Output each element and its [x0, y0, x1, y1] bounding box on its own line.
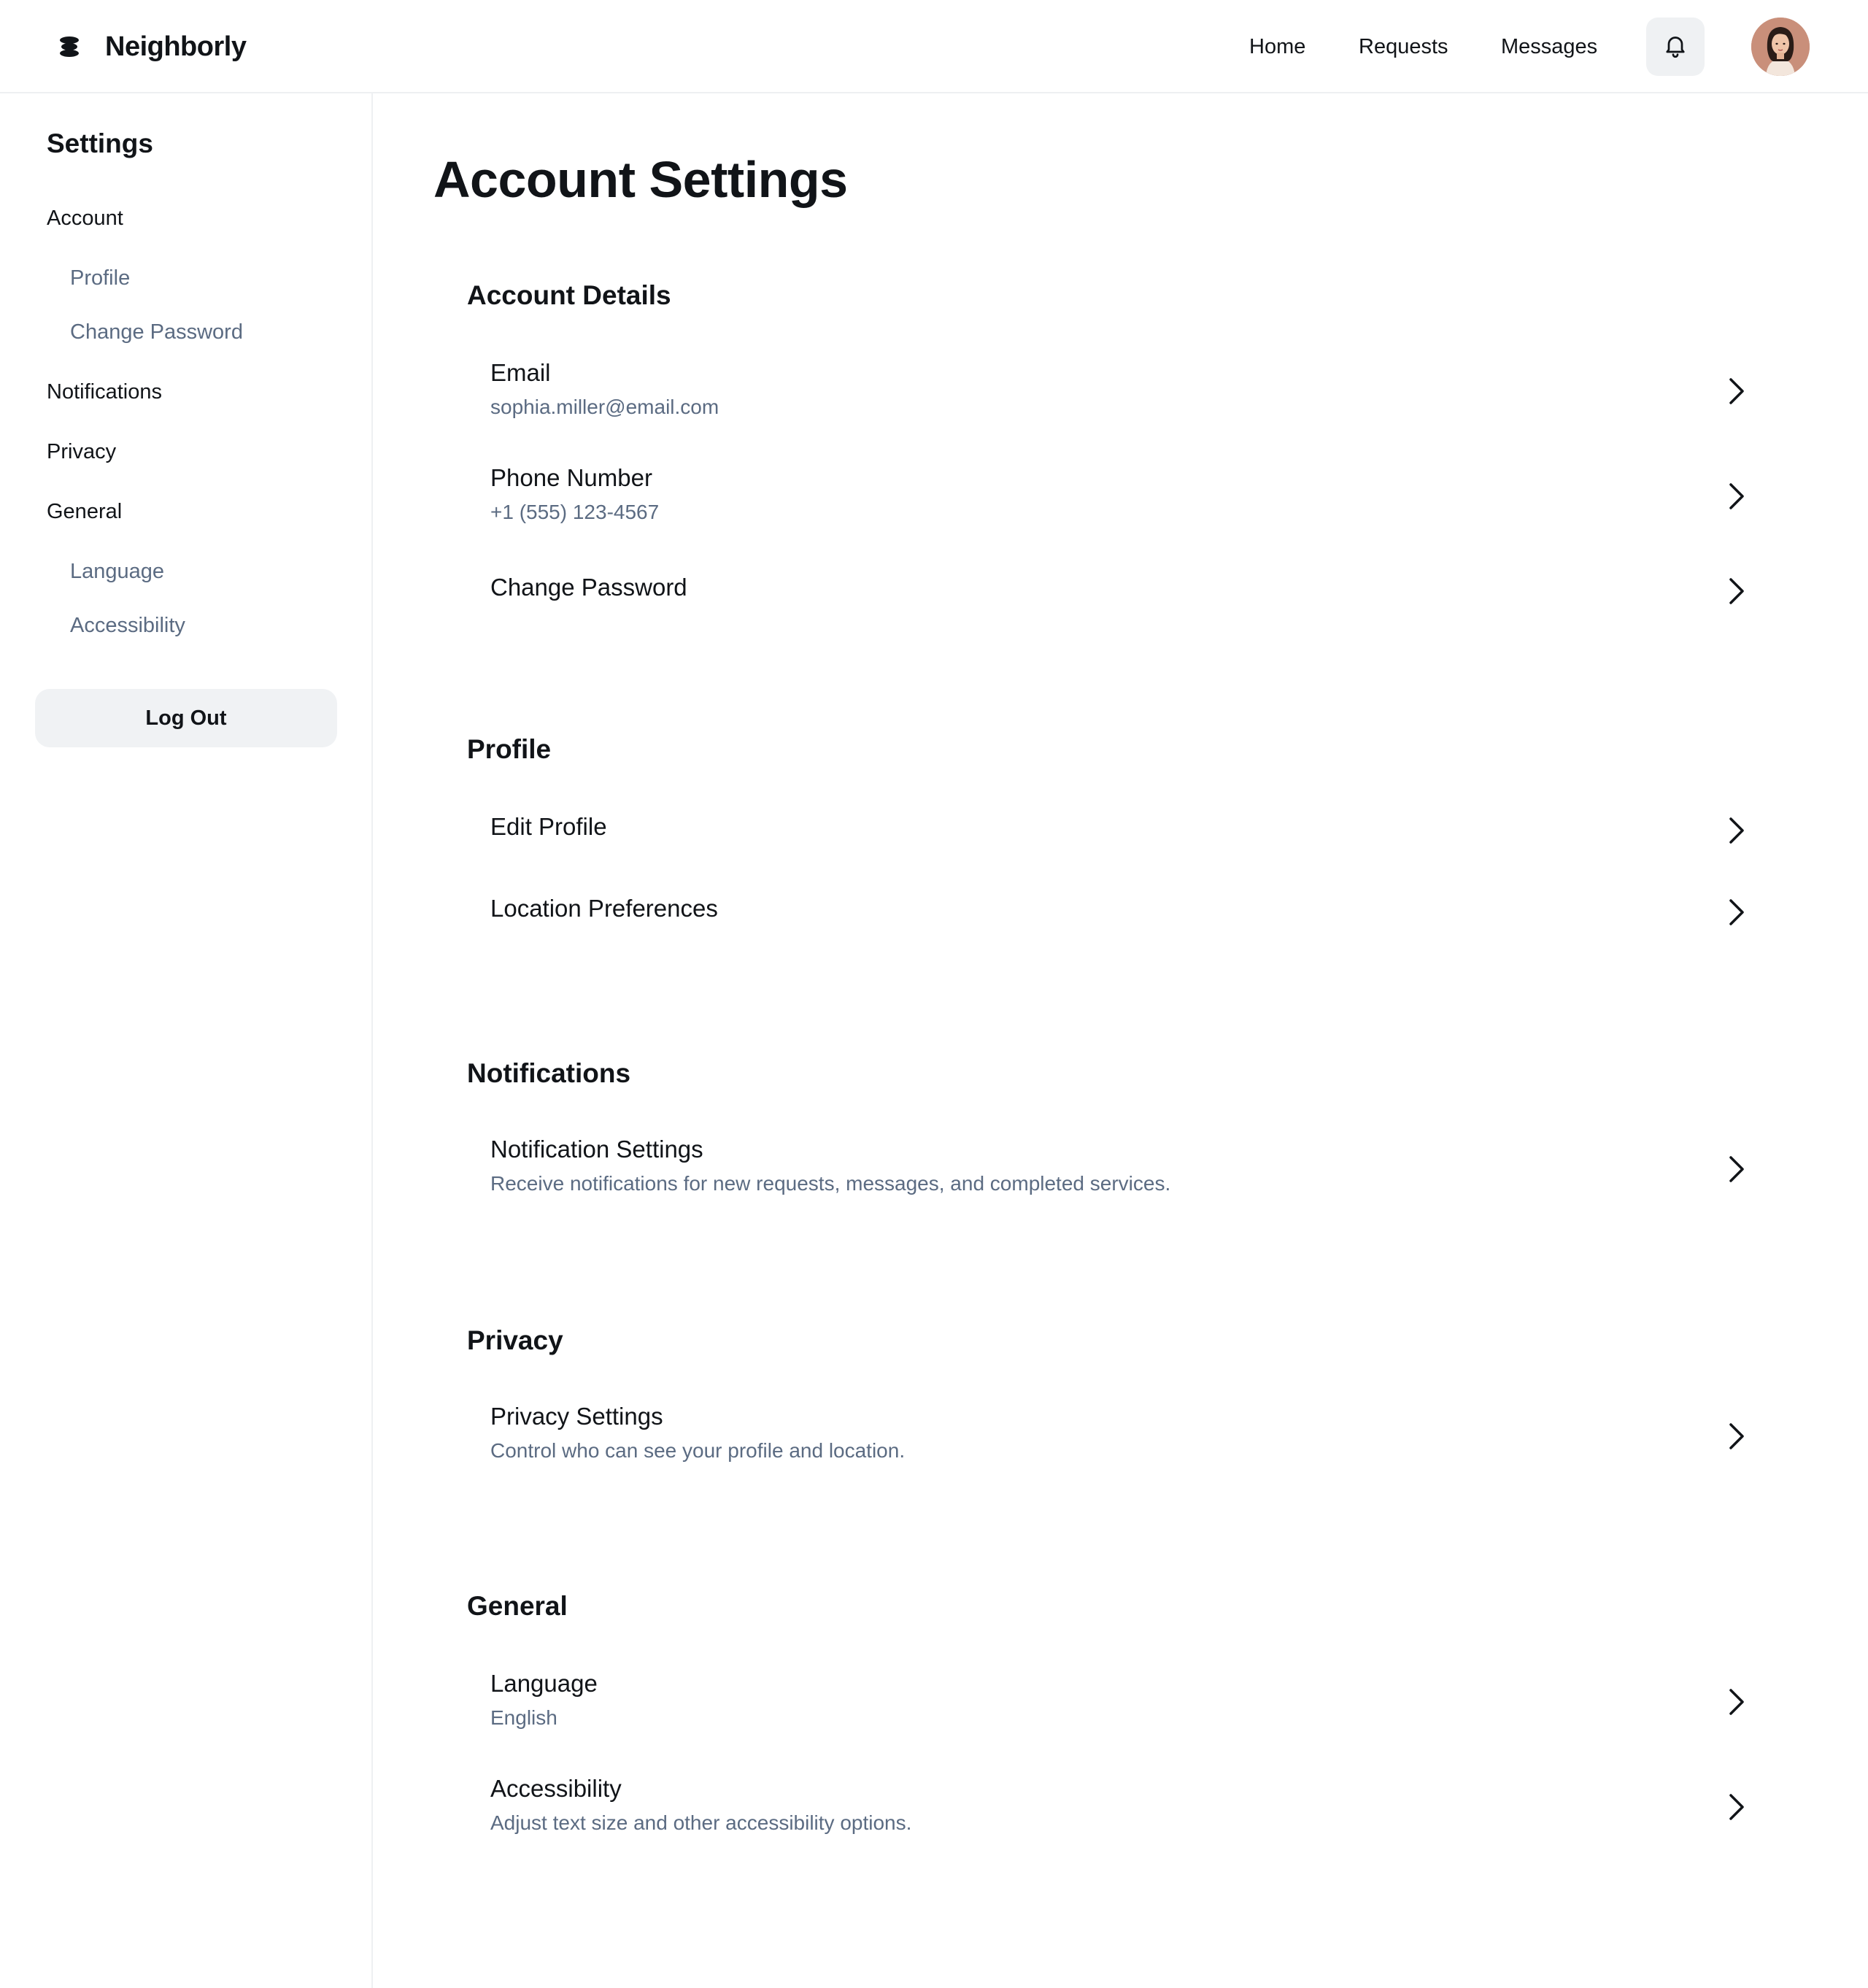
sidebar-item-change-password[interactable]: Change Password	[70, 320, 243, 344]
logout-button[interactable]: Log Out	[35, 689, 337, 747]
privacy-settings-description: Control who can see your profile and loc…	[490, 1439, 906, 1462]
section-title-account-details: Account Details	[467, 280, 671, 310]
chevron-right-icon	[1729, 378, 1744, 404]
section-title-profile: Profile	[467, 734, 552, 764]
chevron-right-icon	[1729, 1156, 1744, 1182]
section-title-general: General	[467, 1591, 568, 1621]
section-title-privacy: Privacy	[467, 1325, 563, 1355]
sidebar-item-language[interactable]: Language	[70, 560, 164, 584]
user-avatar[interactable]	[1751, 18, 1810, 76]
logo-icon	[57, 34, 82, 59]
change-password-row[interactable]: Change Password	[467, 562, 1751, 620]
email-row[interactable]: Email sophia.miller@email.com	[467, 350, 1751, 431]
page-title: Account Settings	[433, 151, 848, 208]
notification-settings-label: Notification Settings	[490, 1136, 703, 1163]
top-navigation-bar: Neighborly Home Requests Messages	[0, 0, 1868, 93]
nav-home-link[interactable]: Home	[1249, 35, 1305, 59]
language-row[interactable]: Language English	[467, 1661, 1751, 1741]
location-preferences-label: Location Preferences	[490, 895, 718, 922]
sidebar-item-general[interactable]: General	[47, 500, 122, 524]
sidebar-item-accessibility[interactable]: Accessibility	[70, 614, 185, 638]
accessibility-description: Adjust text size and other accessibility…	[490, 1811, 912, 1834]
email-label: Email	[490, 359, 551, 386]
notifications-button[interactable]	[1646, 18, 1705, 76]
privacy-settings-label: Privacy Settings	[490, 1403, 663, 1430]
change-password-label: Change Password	[490, 574, 687, 601]
notification-settings-row[interactable]: Notification Settings Receive notificati…	[467, 1127, 1751, 1207]
edit-profile-row[interactable]: Edit Profile	[467, 801, 1751, 860]
language-label: Language	[490, 1670, 598, 1697]
accessibility-row[interactable]: Accessibility Adjust text size and other…	[467, 1766, 1751, 1846]
nav-requests-link[interactable]: Requests	[1359, 35, 1448, 59]
phone-number-label: Phone Number	[490, 464, 652, 491]
chevron-right-icon	[1729, 1423, 1744, 1449]
privacy-settings-row[interactable]: Privacy Settings Control who can see you…	[467, 1394, 1751, 1474]
notification-settings-description: Receive notifications for new requests, …	[490, 1172, 1171, 1195]
sidebar-item-account[interactable]: Account	[47, 207, 123, 231]
sidebar-item-notifications[interactable]: Notifications	[47, 380, 162, 404]
app-name: Neighborly	[105, 31, 247, 62]
location-preferences-row[interactable]: Location Preferences	[467, 883, 1751, 941]
email-value: sophia.miller@email.com	[490, 396, 719, 418]
phone-number-value: +1 (555) 123-4567	[490, 501, 660, 523]
nav-messages-link[interactable]: Messages	[1501, 35, 1597, 59]
brand[interactable]: Neighborly	[57, 28, 247, 66]
sidebar-item-profile[interactable]: Profile	[70, 266, 130, 290]
chevron-right-icon	[1729, 899, 1744, 925]
sidebar-item-privacy[interactable]: Privacy	[47, 440, 116, 464]
section-title-notifications: Notifications	[467, 1058, 631, 1088]
language-value: English	[490, 1706, 557, 1729]
bell-icon	[1662, 32, 1688, 62]
accessibility-label: Accessibility	[490, 1775, 622, 1802]
chevron-right-icon	[1729, 1689, 1744, 1715]
chevron-right-icon	[1729, 578, 1744, 604]
edit-profile-label: Edit Profile	[490, 813, 607, 840]
sidebar-title: Settings	[47, 128, 153, 158]
chevron-right-icon	[1729, 817, 1744, 844]
settings-sidebar: Settings Account Profile Change Password…	[0, 93, 373, 1988]
chevron-right-icon	[1729, 1794, 1744, 1820]
phone-number-row[interactable]: Phone Number +1 (555) 123-4567	[467, 455, 1751, 536]
chevron-right-icon	[1729, 483, 1744, 509]
